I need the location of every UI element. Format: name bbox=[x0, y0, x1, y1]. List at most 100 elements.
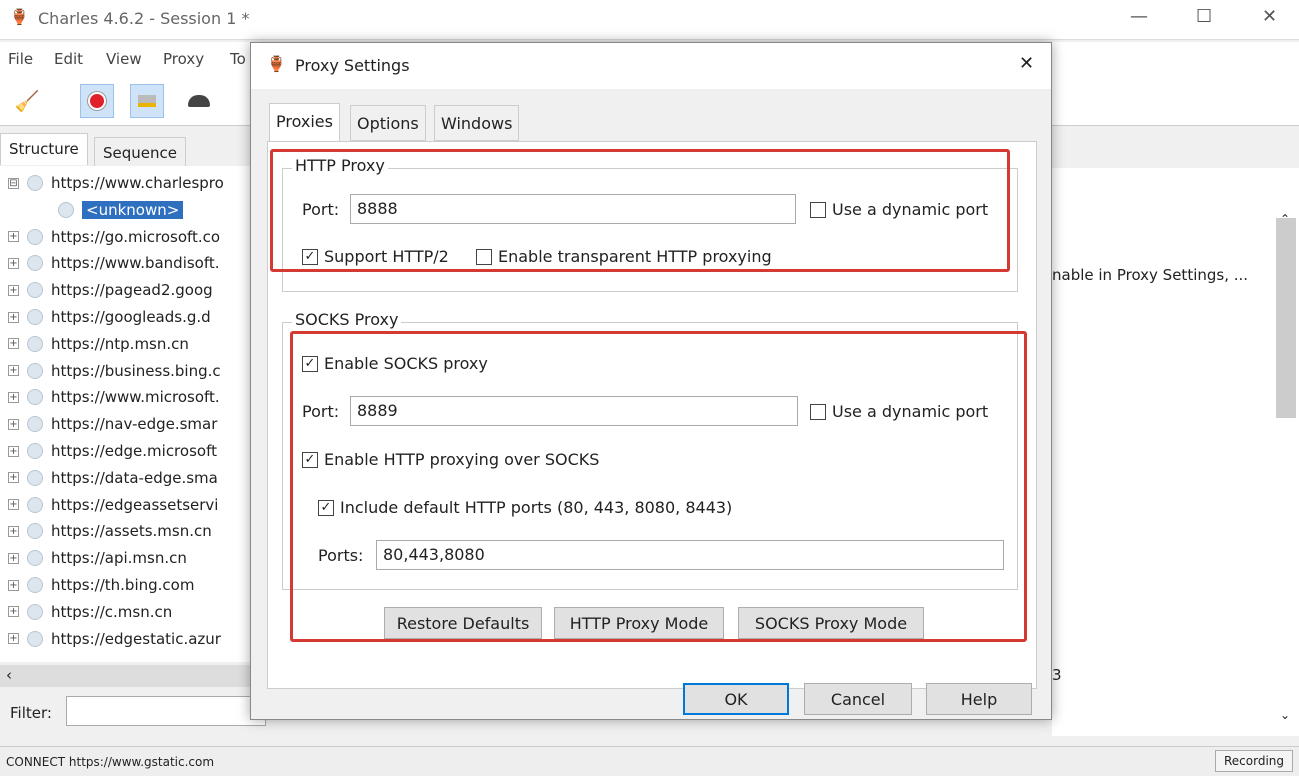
proxy-settings-dialog: 🏺 Proxy Settings ✕ Proxies Options Windo… bbox=[250, 42, 1052, 720]
tab-structure[interactable]: Structure bbox=[0, 133, 88, 165]
socks-proxy-legend: SOCKS Proxy bbox=[292, 310, 402, 329]
tree-node[interactable]: + https://assets.msn.cn bbox=[8, 518, 212, 544]
collapse-icon[interactable]: ⊟ bbox=[8, 177, 19, 189]
tree-node-label: https://th.bing.com bbox=[51, 576, 195, 594]
tree-node[interactable]: + https://ntp.msn.cn bbox=[8, 331, 189, 357]
tree-node[interactable]: + https://th.bing.com bbox=[8, 572, 194, 598]
highlight-http-proxy bbox=[270, 149, 1010, 272]
tree-node[interactable]: + https://api.msn.cn bbox=[8, 545, 187, 571]
tree-node[interactable]: + https://edge.microsoft bbox=[8, 438, 217, 464]
tree-node-label: https://c.msn.cn bbox=[51, 602, 173, 621]
expand-icon[interactable]: + bbox=[8, 552, 19, 564]
menu-view[interactable]: View bbox=[106, 50, 142, 68]
tree-node[interactable]: ⊟ https://www.charlespro bbox=[8, 170, 224, 196]
filter-label: Filter: bbox=[10, 704, 52, 722]
dialog-title-bar: 🏺 Proxy Settings ✕ bbox=[251, 43, 1051, 89]
host-icon bbox=[27, 416, 43, 433]
tree-node-label: https://assets.msn.cn bbox=[51, 522, 212, 541]
tab-proxies[interactable]: Proxies bbox=[269, 103, 340, 143]
host-icon bbox=[27, 469, 43, 486]
dialog-close-button[interactable]: ✕ bbox=[1019, 53, 1034, 74]
tree-node[interactable]: + https://nav-edge.smar bbox=[8, 411, 217, 437]
charles-logo-icon: 🏺 bbox=[267, 55, 286, 73]
ok-button[interactable]: OK bbox=[683, 683, 789, 715]
menu-file[interactable]: File bbox=[8, 50, 33, 68]
expand-icon[interactable]: + bbox=[8, 365, 19, 377]
structure-tree: ⊟ https://www.charlespro <unknown> + https:/… bbox=[0, 166, 252, 662]
tree-node[interactable]: + https://edgestatic.azur bbox=[8, 626, 221, 652]
menu-edit[interactable]: Edit bbox=[54, 50, 83, 68]
help-button[interactable]: Help bbox=[926, 683, 1032, 715]
detail-text: nable in Proxy Settings, ... bbox=[1052, 266, 1249, 284]
expand-icon[interactable]: + bbox=[8, 499, 19, 511]
tree-node[interactable]: + https://c.msn.cn bbox=[8, 599, 172, 625]
expand-icon[interactable]: + bbox=[8, 472, 19, 484]
tree-node[interactable]: + https://pagead2.goog bbox=[8, 277, 213, 303]
tree-node[interactable]: + https://business.bing.c bbox=[8, 358, 221, 384]
host-icon bbox=[27, 577, 43, 593]
host-icon bbox=[27, 282, 43, 299]
dialog-title: Proxy Settings bbox=[295, 56, 410, 75]
expand-icon[interactable]: + bbox=[8, 606, 19, 618]
filter-input[interactable] bbox=[66, 696, 266, 726]
tree-node[interactable]: <unknown> bbox=[58, 197, 184, 223]
proxies-panel: HTTP Proxy Port: 8888 Use a dynamic port… bbox=[267, 141, 1037, 689]
tree-node-label: https://ntp.msn.cn bbox=[51, 334, 189, 353]
expand-icon[interactable]: + bbox=[8, 525, 19, 537]
tree-node[interactable]: + https://edgeassetservi bbox=[8, 492, 218, 518]
expand-icon[interactable]: + bbox=[8, 257, 19, 269]
tree-node-label: https://www.bandisoft. bbox=[51, 254, 220, 273]
tree-node-label: https://edge.microsoft bbox=[51, 442, 217, 460]
expand-icon[interactable]: + bbox=[8, 633, 19, 645]
expand-icon[interactable]: + bbox=[8, 445, 19, 457]
title-bar: 🏺 Charles 4.6.2 - Session 1 * — ☐ ✕ bbox=[0, 0, 1299, 40]
expand-icon[interactable]: + bbox=[8, 231, 19, 243]
close-button[interactable]: ✕ bbox=[1262, 6, 1277, 27]
host-icon bbox=[27, 175, 43, 191]
tree-node-label: https://pagead2.goog bbox=[51, 281, 213, 300]
minimize-button[interactable]: — bbox=[1130, 6, 1148, 27]
expand-icon[interactable]: + bbox=[8, 284, 19, 296]
vertical-scrollbar[interactable] bbox=[1276, 218, 1296, 418]
detail-text-partial: 3 bbox=[1052, 666, 1062, 684]
tree-node[interactable]: + https://data-edge.sma bbox=[8, 465, 218, 491]
record-button[interactable] bbox=[80, 84, 114, 118]
expand-icon[interactable]: + bbox=[8, 418, 19, 430]
maximize-button[interactable]: ☐ bbox=[1196, 6, 1212, 27]
host-icon bbox=[27, 550, 43, 567]
tab-sequence[interactable]: Sequence bbox=[94, 137, 186, 169]
scroll-up-icon[interactable]: ⌃ bbox=[1280, 212, 1290, 226]
tree-node[interactable]: + https://www.microsoft. bbox=[8, 384, 220, 410]
tree-node-label: https://edgeassetservi bbox=[51, 495, 219, 514]
tree-node-label: https://data-edge.sma bbox=[51, 468, 218, 487]
tab-options[interactable]: Options bbox=[350, 105, 426, 141]
tab-windows[interactable]: Windows bbox=[434, 105, 520, 141]
tree-node[interactable]: + https://www.bandisoft. bbox=[8, 250, 220, 276]
tree-node-label: https://www.microsoft. bbox=[51, 388, 220, 407]
ssl-proxy-button[interactable] bbox=[130, 84, 164, 118]
recording-status[interactable]: Recording bbox=[1215, 750, 1294, 772]
host-icon bbox=[27, 630, 43, 647]
expand-icon[interactable]: + bbox=[8, 338, 19, 350]
host-icon bbox=[27, 335, 43, 352]
horizontal-scrollbar[interactable]: ‹ bbox=[0, 665, 252, 687]
host-icon bbox=[27, 255, 43, 272]
host-icon bbox=[58, 201, 74, 218]
throttle-icon[interactable] bbox=[182, 84, 216, 118]
menu-proxy[interactable]: Proxy bbox=[163, 50, 204, 68]
broom-icon[interactable]: 🧹 bbox=[10, 84, 44, 118]
expand-icon[interactable]: + bbox=[8, 311, 19, 323]
scroll-down-icon[interactable]: ⌄ bbox=[1280, 708, 1290, 722]
tree-node[interactable]: + https://googleads.g.d bbox=[8, 304, 211, 330]
menu-tools[interactable]: To bbox=[230, 50, 246, 68]
expand-icon[interactable]: + bbox=[8, 391, 19, 403]
tree-node[interactable]: + https://go.microsoft.co bbox=[8, 224, 220, 250]
status-text: CONNECT https://www.gstatic.com bbox=[6, 755, 215, 769]
tree-node-label: https://googleads.g.d bbox=[51, 308, 211, 326]
cancel-button[interactable]: Cancel bbox=[804, 683, 912, 715]
host-icon bbox=[27, 362, 43, 379]
host-icon bbox=[27, 443, 43, 459]
host-icon bbox=[27, 523, 43, 540]
expand-icon[interactable]: + bbox=[8, 579, 19, 591]
host-icon bbox=[27, 496, 43, 513]
